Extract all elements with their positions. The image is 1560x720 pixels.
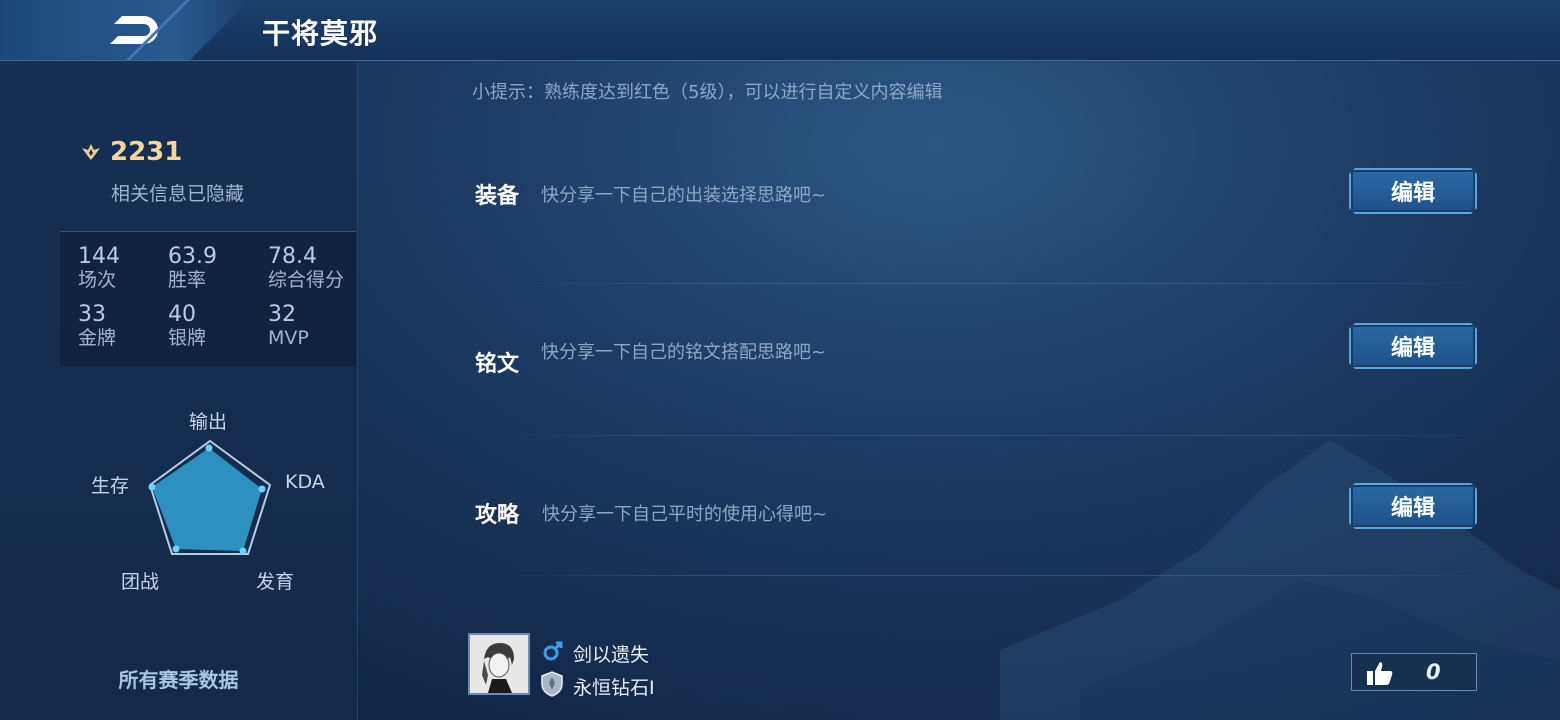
radar-label-kda: KDA bbox=[285, 471, 325, 493]
section-desc-inscription: 快分享一下自己的铭文搭配思路吧~ bbox=[541, 342, 827, 363]
stat-label: 胜率 bbox=[168, 269, 207, 291]
power-score-value: 2231 bbox=[110, 137, 183, 167]
section-desc-equipment: 快分享一下自己的出装选择思路吧~ bbox=[541, 185, 827, 206]
back-button[interactable] bbox=[0, 0, 250, 60]
stat-win-rate: 63.9 胜率 bbox=[168, 244, 268, 292]
hero-stats-sidebar: 2231 相关信息已隐藏 144 场次 63.9 胜率 78.4 综合得分 33… bbox=[0, 61, 358, 720]
radar-point-kda bbox=[258, 485, 266, 493]
radar-label-survival: 生存 bbox=[91, 475, 130, 497]
stat-matches: 144 场次 bbox=[78, 244, 178, 292]
section-title-guide: 攻略 bbox=[475, 503, 520, 528]
stat-label: 场次 bbox=[78, 269, 117, 291]
thumbs-up-icon bbox=[1367, 662, 1393, 685]
stat-overall-score: 78.4 综合得分 bbox=[268, 244, 368, 292]
section-divider bbox=[500, 283, 1500, 284]
like-count: 0 bbox=[1426, 660, 1441, 684]
hidden-info-text: 相关信息已隐藏 bbox=[111, 183, 245, 205]
ability-radar-chart: 输出 KDA 发育 团战 生存 bbox=[60, 401, 356, 661]
section-desc-guide: 快分享一下自己平时的使用心得吧~ bbox=[542, 504, 828, 525]
all-season-data-button[interactable]: 所有赛季数据 bbox=[0, 664, 357, 693]
stat-value: 33 bbox=[78, 302, 106, 327]
rank-badge-icon bbox=[541, 671, 563, 697]
edit-guide-button[interactable]: 编辑 bbox=[1349, 483, 1477, 529]
user-name: 剑以遗失 bbox=[573, 644, 650, 666]
stat-value: 40 bbox=[168, 302, 196, 327]
male-gender-icon bbox=[543, 641, 563, 661]
page-title: 干将莫邪 bbox=[262, 17, 379, 50]
stat-label: 银牌 bbox=[168, 327, 207, 349]
power-rank-icon bbox=[82, 144, 100, 160]
like-button[interactable]: 0 bbox=[1351, 653, 1477, 691]
stat-silver-medals: 40 银牌 bbox=[168, 302, 268, 350]
section-title-inscription: 铭文 bbox=[475, 352, 520, 377]
radar-graphic bbox=[148, 439, 272, 555]
section-divider bbox=[500, 575, 1500, 576]
stat-label: 金牌 bbox=[78, 327, 117, 349]
edit-equipment-button[interactable]: 编辑 bbox=[1349, 168, 1477, 214]
radar-label-growth: 发育 bbox=[256, 571, 295, 593]
avatar-image bbox=[470, 635, 528, 693]
section-divider bbox=[500, 435, 1500, 436]
user-avatar[interactable] bbox=[468, 633, 530, 695]
top-bar: 干将莫邪 bbox=[0, 0, 1560, 61]
section-title-equipment: 装备 bbox=[475, 184, 520, 209]
stat-value: 78.4 bbox=[268, 244, 317, 269]
stat-gold-medals: 33 金牌 bbox=[78, 302, 178, 350]
edit-inscription-button[interactable]: 编辑 bbox=[1349, 323, 1477, 369]
radar-point-survival bbox=[148, 483, 156, 491]
radar-fill bbox=[152, 448, 262, 551]
stat-value: 63.9 bbox=[168, 244, 217, 269]
stat-mvp: 32 MVP bbox=[268, 302, 368, 350]
stats-panel: 144 场次 63.9 胜率 78.4 综合得分 33 金牌 40 银牌 32 … bbox=[60, 231, 356, 366]
radar-label-output: 输出 bbox=[189, 411, 228, 433]
radar-point-teamfight bbox=[172, 545, 180, 553]
back-arrow-icon bbox=[110, 16, 158, 44]
stat-value: 144 bbox=[78, 244, 120, 269]
hero-power-score: 2231 bbox=[80, 137, 182, 167]
stat-value: 32 bbox=[268, 302, 296, 327]
user-rank: 永恒钻石I bbox=[573, 677, 655, 699]
stat-label: MVP bbox=[268, 327, 309, 349]
radar-label-teamfight: 团战 bbox=[121, 571, 160, 593]
radar-point-output bbox=[205, 444, 213, 452]
tip-text: 小提示：熟练度达到红色（5级），可以进行自定义内容编辑 bbox=[472, 82, 943, 103]
stat-label: 综合得分 bbox=[268, 269, 345, 291]
radar-point-growth bbox=[239, 547, 247, 555]
